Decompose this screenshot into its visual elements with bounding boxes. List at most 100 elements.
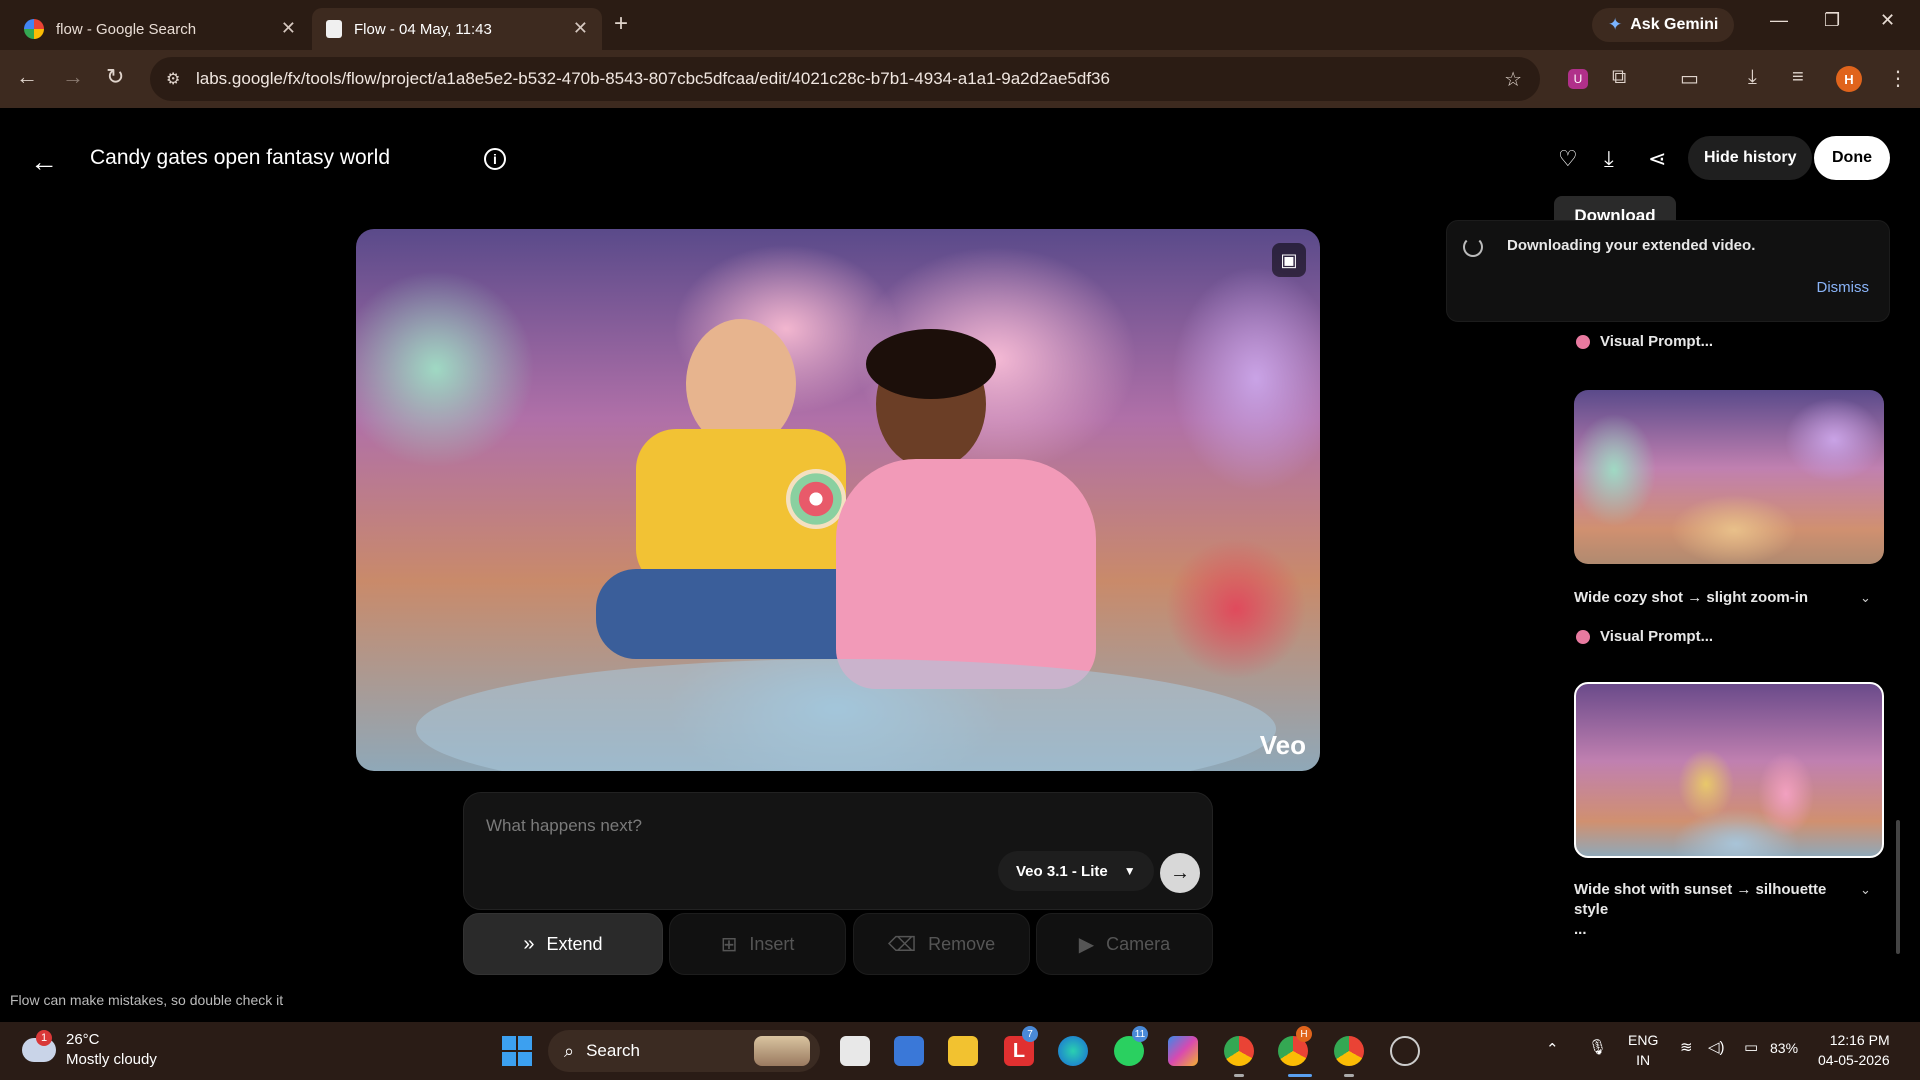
chrome-icon[interactable] — [1224, 1036, 1254, 1066]
dismiss-button[interactable]: Dismiss — [1817, 279, 1870, 296]
microphone-icon[interactable]: 🎙 — [1588, 1038, 1607, 1056]
video-blanket — [416, 659, 1276, 771]
microsoft-store-icon[interactable] — [894, 1036, 924, 1066]
new-tab-button[interactable]: + — [614, 10, 628, 38]
window-close-icon[interactable]: ✕ — [1880, 10, 1895, 31]
url-text: labs.google/fx/tools/flow/project/a1a8e5… — [196, 69, 1110, 88]
heart-icon[interactable]: ♡ — [1558, 146, 1578, 172]
video-figure-girl-hair — [866, 329, 996, 399]
ask-gemini-label: Ask Gemini — [1630, 16, 1719, 33]
video-camera-icon: ▶ — [1078, 933, 1095, 956]
back-arrow-icon[interactable]: ← — [16, 64, 38, 90]
temperature: 26°C — [66, 1031, 100, 1048]
chevron-down-icon[interactable]: ⌄ — [1860, 882, 1871, 898]
task-view-icon[interactable] — [840, 1036, 870, 1066]
remove-label: Remove — [928, 933, 996, 954]
history-caption: Wide cozy shot → slight zoom-in — [1574, 589, 1809, 606]
video-figure-boy-shorts — [596, 569, 876, 659]
video-figure-girl-dress — [836, 459, 1096, 689]
history-caption-more: ... — [1574, 921, 1587, 938]
disclaimer-text: Flow can make mistakes, so double check … — [10, 992, 284, 1008]
profile-badge: H — [1296, 1026, 1312, 1042]
loading-spinner-icon — [1463, 237, 1483, 257]
tab-flow[interactable]: Flow - 04 May, 11:43 ✕ — [312, 8, 602, 50]
menu-kebab-icon[interactable]: ⋮ — [1888, 66, 1908, 91]
weather-text: 26°C Mostly cloudy — [66, 1030, 157, 1070]
app-circle-icon[interactable] — [1390, 1036, 1420, 1066]
site-settings-icon[interactable]: ⚙ — [166, 69, 180, 89]
model-selector[interactable]: Veo 3.1 - Lite ▼ — [998, 851, 1154, 891]
extend-button[interactable]: » Extend — [463, 913, 663, 975]
reload-icon[interactable]: ↻ — [106, 64, 124, 90]
page-icon — [326, 20, 342, 38]
clock[interactable]: 12:16 PM 04-05-2026 — [1818, 1030, 1890, 1070]
history-thumbnail-selected[interactable] — [1574, 682, 1884, 858]
restore-icon[interactable]: ❐ — [1824, 10, 1840, 31]
history-scrollbar[interactable] — [1896, 820, 1900, 954]
copilot-icon[interactable] — [1168, 1036, 1198, 1066]
palette-icon — [1576, 629, 1590, 644]
chevron-down-icon[interactable]: ⌄ — [1860, 590, 1871, 606]
done-button[interactable]: Done — [1814, 136, 1890, 180]
battery-percent: 83% — [1770, 1040, 1799, 1056]
windows-taskbar: 1 26°C Mostly cloudy ⌕ Search L 7 11 H ⌃… — [0, 1022, 1920, 1080]
taskbar-search[interactable]: ⌕ Search — [548, 1030, 820, 1072]
address-bar[interactable]: ⚙ labs.google/fx/tools/flow/project/a1a8… — [150, 57, 1540, 101]
back-arrow-icon[interactable]: ← — [30, 146, 58, 178]
chrome-icon[interactable] — [1334, 1036, 1364, 1066]
chevron-up-icon[interactable]: ⌃ — [1546, 1040, 1559, 1058]
language-indicator[interactable]: ENG IN — [1628, 1030, 1658, 1070]
hide-history-button[interactable]: Hide history — [1688, 136, 1813, 180]
profile-avatar[interactable]: H — [1836, 66, 1862, 92]
tab-title: Flow - 04 May, 11:43 — [354, 20, 492, 38]
extend-label: Extend — [546, 933, 603, 954]
prompt-input[interactable] — [484, 811, 1084, 841]
send-arrow-button[interactable]: → — [1160, 853, 1200, 893]
notification-badge: 1 — [36, 1030, 52, 1046]
close-icon[interactable]: ✕ — [281, 18, 296, 39]
eraser-icon: ⌫ — [887, 933, 917, 956]
insert-button[interactable]: ⊞ Insert — [669, 913, 846, 975]
battery-icon[interactable]: ▭ — [1744, 1038, 1758, 1056]
volume-icon[interactable]: ◁) — [1708, 1038, 1725, 1056]
video-lollipop — [786, 469, 846, 529]
cloud-icon: 1 — [22, 1030, 56, 1062]
file-explorer-icon[interactable] — [948, 1036, 978, 1066]
running-indicator — [1344, 1074, 1354, 1077]
flow-app: ← Candy gates open fantasy world i ♡ ⤓ ⋖… — [0, 108, 1920, 1022]
weather-condition: Mostly cloudy — [66, 1051, 157, 1068]
date: 04-05-2026 — [1818, 1052, 1890, 1068]
camera-button[interactable]: ▶ Camera — [1036, 913, 1213, 975]
puzzle-extensions-icon[interactable]: ⧉ — [1612, 66, 1626, 89]
video-preview[interactable]: ▣ Veo — [356, 229, 1320, 771]
remove-button[interactable]: ⌫ Remove — [853, 913, 1030, 975]
media-controls-icon[interactable]: ≡ — [1792, 66, 1804, 89]
visual-prompt-link[interactable]: Visual Prompt... — [1576, 333, 1713, 350]
tab-google-search[interactable]: flow - Google Search ✕ — [10, 8, 310, 50]
windows-start-icon[interactable] — [502, 1036, 532, 1066]
extension-shield-icon[interactable]: U — [1568, 66, 1588, 89]
visual-prompt-link[interactable]: Visual Prompt... — [1576, 628, 1713, 645]
frame-image-icon[interactable]: ▣ — [1272, 243, 1306, 277]
tab-title: flow - Google Search — [56, 20, 197, 38]
download-icon[interactable]: ⤓ — [1748, 66, 1757, 89]
share-icon[interactable]: ⋖ — [1648, 146, 1666, 172]
forward-arrow-icon[interactable]: → — [62, 64, 84, 90]
double-chevron-icon: » — [523, 932, 535, 955]
browser-toolbar: ← → ↻ ⚙ labs.google/fx/tools/flow/projec… — [0, 50, 1920, 108]
wifi-icon[interactable]: ≋ — [1680, 1038, 1693, 1056]
cast-icon[interactable]: ▭ — [1680, 66, 1699, 91]
download-notification: Downloading your extended video. Dismiss — [1446, 220, 1890, 322]
minimize-icon[interactable]: — — [1770, 10, 1788, 31]
ask-gemini-button[interactable]: ✦ Ask Gemini — [1592, 8, 1735, 42]
download-icon[interactable]: ⤓ — [1604, 146, 1614, 172]
search-label: Search — [586, 1041, 640, 1060]
search-highlight-image — [754, 1036, 810, 1066]
running-indicator — [1234, 1074, 1244, 1077]
info-icon[interactable]: i — [484, 148, 506, 170]
weather-widget[interactable]: 1 26°C Mostly cloudy — [22, 1030, 157, 1070]
close-icon[interactable]: ✕ — [573, 18, 588, 39]
history-thumbnail[interactable] — [1574, 390, 1884, 564]
bookmark-star-icon[interactable]: ☆ — [1504, 67, 1522, 92]
edge-icon[interactable] — [1058, 1036, 1088, 1066]
